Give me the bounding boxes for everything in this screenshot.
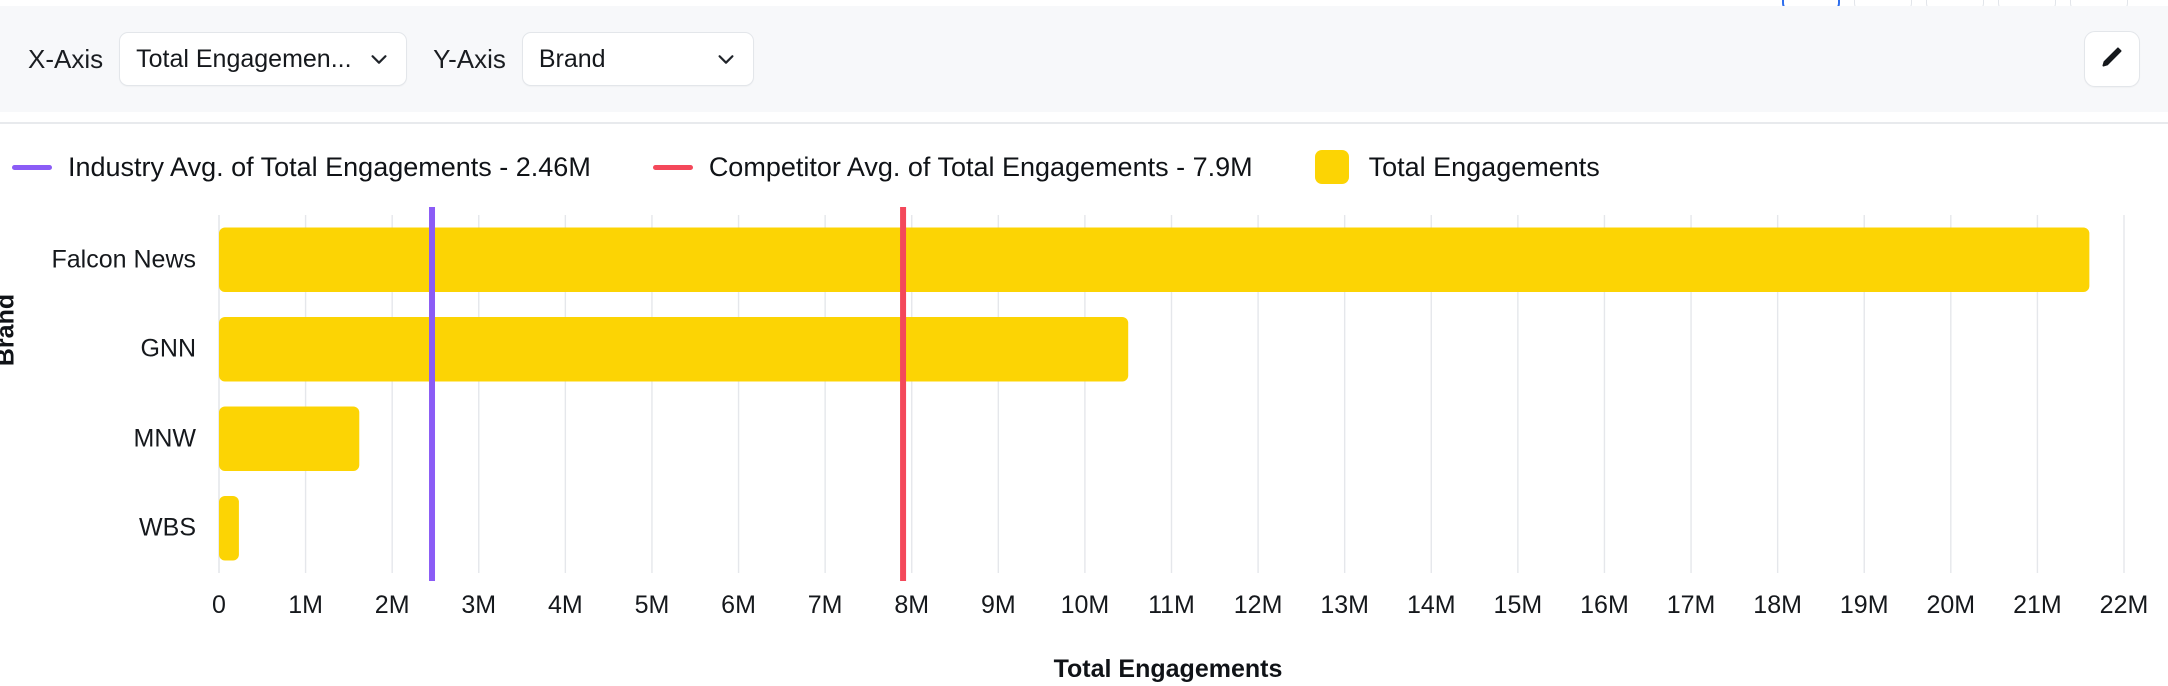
x-axis-tick-label: 18M [1753, 591, 1802, 619]
bar-wbs[interactable] [219, 496, 239, 561]
x-axis-tick-label: 2M [374, 591, 410, 619]
x-axis-tick-label: 22M [2099, 591, 2149, 619]
x-axis-tick-label: 11M [1148, 591, 1195, 619]
bar-falcon-news[interactable] [219, 227, 2090, 292]
x-axis-tick-label: 5M [634, 591, 670, 619]
x-axis-tick-label: 15M [1493, 591, 1543, 619]
bar-gnn[interactable] [219, 317, 1129, 382]
x-axis-tick-label: 3M [461, 591, 497, 619]
x-axis-tick-label: 21M [2013, 591, 2062, 619]
x-axis-tick-label: 13M [1320, 591, 1369, 619]
bar-chart: Brand Falcon News GNN MNW WBS 0 1M 2M 3M 4M 5M 6M… [0, 0, 2168, 686]
x-axis-tick-label: 16M [1580, 591, 1629, 619]
x-axis-tick-label: 17M [1666, 591, 1716, 619]
x-axis-tick-label: 8M [894, 591, 930, 619]
plot-svg [218, 207, 2125, 581]
x-axis-tick-label: 10M [1060, 591, 1110, 619]
x-axis-tick-label: 14M [1406, 591, 1456, 619]
x-axis-tick-label: 9M [980, 591, 1016, 619]
x-axis-tick-label: 6M [721, 591, 756, 619]
chart-panel: X-Axis Total Engagemen... Y-Axis Brand I… [0, 0, 2168, 686]
x-axis-tick-label: 1M [288, 591, 323, 619]
x-axis-tick-label: 0 [212, 591, 226, 619]
x-axis-tick-label: 20M [1926, 591, 1976, 619]
x-axis-tick-label: 4M [547, 591, 583, 619]
x-axis-tick-label: 19M [1839, 591, 1889, 619]
x-axis-tick-label: 12M [1233, 591, 1283, 619]
x-axis-title: Total Engagements [1053, 655, 1283, 683]
x-axis-tick-label: 7M [807, 591, 843, 619]
bar-mnw[interactable] [219, 406, 360, 471]
